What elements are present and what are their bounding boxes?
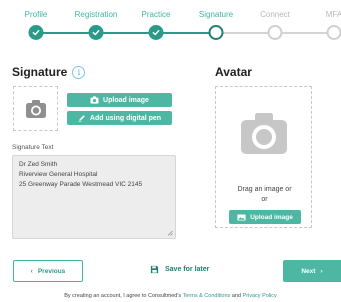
terms-link[interactable]: Terms & Conditions: [183, 293, 231, 299]
step-label-connect: Connect: [260, 10, 290, 19]
resize-handle-icon[interactable]: [167, 230, 173, 236]
signature-text-line: Dr Zed Smith: [19, 161, 58, 168]
pen-icon: [78, 115, 85, 122]
step-label-practice[interactable]: Practice: [142, 10, 171, 19]
check-icon[interactable]: [148, 25, 164, 40]
step-label-profile[interactable]: Profile: [25, 10, 48, 19]
avatar-or-text: or: [261, 196, 268, 203]
upload-avatar-label: Upload image: [250, 213, 293, 221]
next-label: Next: [301, 267, 316, 275]
save-for-later-button[interactable]: Save for later: [150, 265, 209, 274]
signature-text-field[interactable]: Dr Zed Smith Riverview General Hospital …: [12, 155, 176, 239]
avatar-drag-text: Drag an image or: [237, 186, 292, 193]
next-button[interactable]: Next ›: [283, 260, 341, 282]
privacy-policy-link[interactable]: Privacy Policy: [243, 293, 277, 299]
upload-signature-label: Upload image: [103, 96, 149, 104]
signature-heading: Signature i: [12, 65, 86, 79]
check-icon[interactable]: [28, 25, 44, 40]
signature-image-placeholder: [13, 86, 58, 131]
step-connector: [36, 32, 96, 34]
step-connector: [216, 32, 275, 34]
signature-text-label: Signature Text: [12, 144, 54, 151]
camera-icon: [241, 113, 287, 154]
camera-icon: [90, 96, 99, 104]
step-pending-indicator: [326, 25, 341, 40]
save-for-later-label: Save for later: [165, 266, 210, 273]
signature-text-line: 25 Greenway Parade Westmead VIC 2145: [19, 181, 143, 188]
camera-icon: [25, 99, 46, 118]
step-connector: [96, 32, 156, 34]
avatar-title: Avatar: [215, 65, 252, 79]
check-icon[interactable]: [88, 25, 104, 40]
signature-text-line: Riverview General Hospital: [19, 171, 98, 178]
chevron-right-icon: ›: [320, 267, 323, 275]
step-connector: [156, 32, 216, 34]
step-label-signature[interactable]: Signature: [199, 10, 233, 19]
image-icon: [237, 214, 246, 220]
previous-label: Previous: [37, 267, 66, 275]
info-icon[interactable]: i: [72, 65, 86, 79]
upload-signature-button[interactable]: Upload image: [67, 93, 172, 107]
chevron-left-icon: ‹: [30, 267, 33, 275]
digital-pen-label: Add using digital pen: [89, 114, 162, 122]
progress-stepper: Profile Registration Practice Signature …: [0, 0, 341, 44]
step-pending-indicator: [267, 25, 283, 40]
signature-title: Signature: [12, 65, 68, 79]
step-label-registration[interactable]: Registration: [75, 10, 118, 19]
upload-avatar-button[interactable]: Upload image: [229, 210, 301, 224]
terms-footer: By creating an account, I agree to Consu…: [0, 293, 341, 299]
floppy-disk-icon: [150, 265, 159, 274]
step-label-mfa: MFA: [325, 10, 341, 19]
footer-prefix: By creating an account, I agree to Consu…: [64, 293, 182, 299]
previous-button[interactable]: ‹ Previous: [13, 260, 83, 282]
step-current-indicator: [208, 25, 224, 40]
avatar-dropzone[interactable]: Drag an image or or Upload image: [215, 86, 312, 228]
digital-pen-button[interactable]: Add using digital pen: [67, 111, 172, 125]
footer-and: and: [231, 293, 241, 299]
